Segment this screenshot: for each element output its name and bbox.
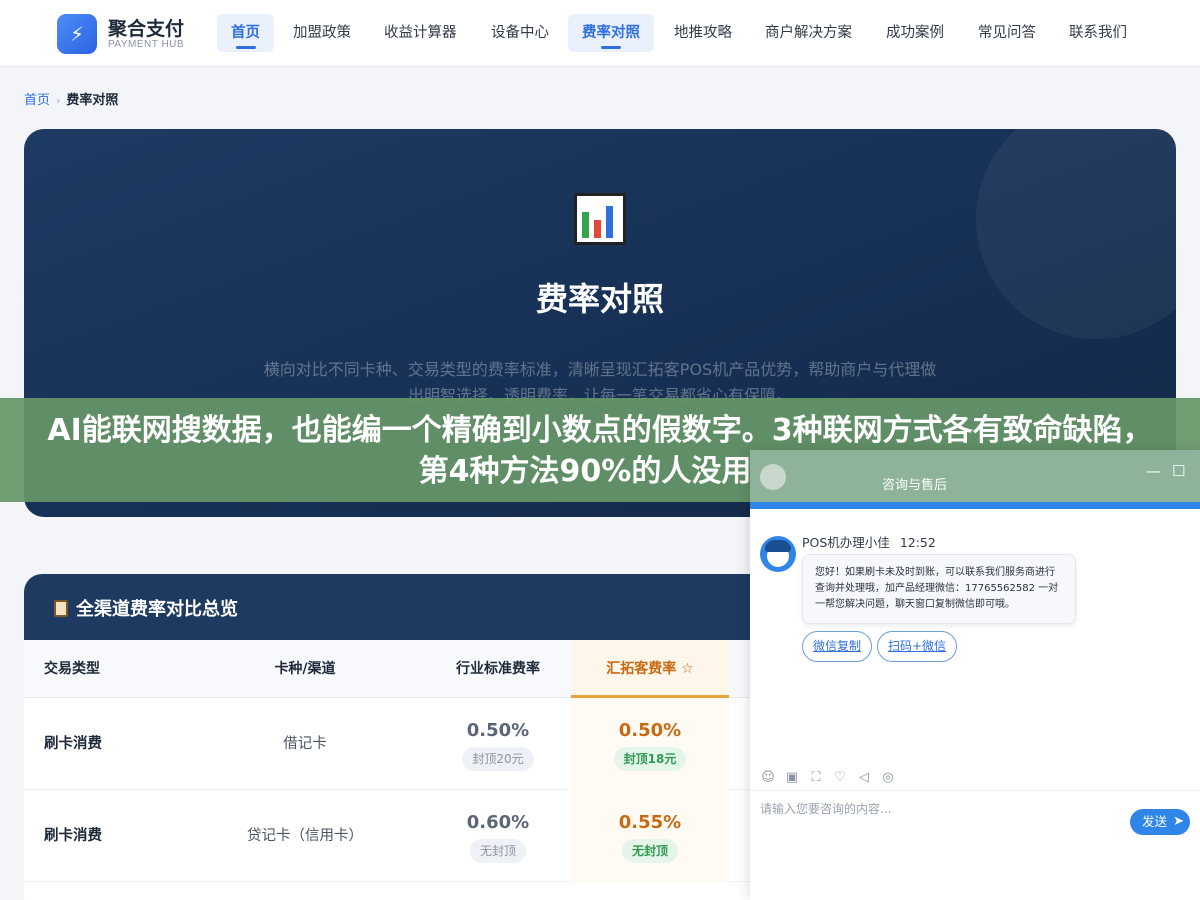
nav-home[interactable]: 首页 xyxy=(217,14,274,52)
send-arrow-icon: ➤ xyxy=(1173,814,1184,829)
nav-rate-comparison[interactable]: 费率对照 xyxy=(568,14,654,52)
maximize-icon[interactable]: ☐ xyxy=(1172,462,1185,480)
huituoke-rate-value: 0.50% xyxy=(618,720,682,741)
nav-contact-us[interactable]: 联系我们 xyxy=(1055,14,1141,52)
col-transaction-type: 交易类型 xyxy=(44,661,100,677)
nav-franchise-policy[interactable]: 加盟政策 xyxy=(279,14,365,52)
copy-wechat-button[interactable]: 微信复制 xyxy=(802,631,873,662)
logo-subtitle: PAYMENT HUB xyxy=(108,39,185,50)
bar-chart-icon xyxy=(574,193,626,245)
nav-faq[interactable]: 常见问答 xyxy=(964,14,1050,52)
top-navbar: ⚡ 聚合支付 PAYMENT HUB 首页 加盟政策 收益计算器 设备中心 费率… xyxy=(0,0,1200,67)
divider xyxy=(750,790,1200,791)
cell-transaction-type: 刷卡消费 xyxy=(44,736,102,752)
breadcrumb-home[interactable]: 首页 xyxy=(24,93,50,108)
cell-transaction-type: 刷卡消费 xyxy=(44,828,102,844)
wechat-icon[interactable]: ◎ xyxy=(880,770,896,786)
rating-icon[interactable]: ♡ xyxy=(832,770,848,786)
page-title: 费率对照 xyxy=(535,280,664,318)
chevron-right-icon: › xyxy=(56,94,61,107)
message-bubble: 您好！如果刷卡未及时到账，可以联系我们服务商进行查询并处理哦，加产品经理微信：1… xyxy=(802,554,1076,624)
nav-success-cases[interactable]: 成功案例 xyxy=(872,14,958,52)
industry-rate-value: 0.60% xyxy=(466,812,530,833)
huituoke-rate-note: 无封顶 xyxy=(621,839,678,863)
card-title: 全渠道费率对比总览 xyxy=(54,595,238,621)
message-time: 12:52 xyxy=(899,535,936,550)
col-card-channel: 卡种/渠道 xyxy=(274,661,336,677)
message-meta: POS机办理小佳 12:52 xyxy=(802,532,936,551)
chat-accent-strip xyxy=(750,502,1200,509)
nav-promotion-guide[interactable]: 地推攻略 xyxy=(660,14,746,52)
voice-icon[interactable]: ◁ xyxy=(856,770,872,786)
clipboard-icon xyxy=(54,600,68,617)
cell-card-type: 贷记卡（信用卡） xyxy=(247,828,363,844)
chat-window-title: 咨询与售后 xyxy=(882,478,948,493)
agent-avatar xyxy=(760,536,796,572)
scan-wechat-button[interactable]: 扫码+微信 xyxy=(877,631,958,662)
breadcrumb: 首页 › 费率对照 xyxy=(24,89,118,108)
breadcrumb-current: 费率对照 xyxy=(66,93,119,108)
logo-name[interactable]: 聚合支付 xyxy=(108,14,184,41)
chat-titlebar: 咨询与售后 — ☐ xyxy=(750,450,1200,502)
chat-widget: 咨询与售后 — ☐ POS机办理小佳 12:52 您好！如果刷卡未及时到账，可以联… xyxy=(750,450,1200,900)
industry-rate-note: 无封顶 xyxy=(469,839,526,863)
screenshot-icon[interactable]: ⛶ xyxy=(808,770,824,786)
cell-industry-rate: 0.50% 封顶20元 xyxy=(419,698,577,771)
send-button[interactable]: 发送 ➤ xyxy=(1130,809,1190,835)
cell-industry-rate: 0.60% 无封顶 xyxy=(419,790,577,863)
nav-income-calculator[interactable]: 收益计算器 xyxy=(370,14,471,52)
cell-huituoke-rate: 0.55% 无封顶 xyxy=(571,790,729,882)
emoji-icon[interactable]: ☺ xyxy=(760,770,776,786)
industry-rate-note: 封顶20元 xyxy=(462,747,534,771)
image-icon[interactable]: ▣ xyxy=(784,770,800,786)
agent-name: POS机办理小佳 xyxy=(802,535,890,550)
huituoke-rate-value: 0.55% xyxy=(618,812,682,833)
col-huituoke-rate: 汇拓客费率 ☆ xyxy=(571,640,729,698)
nav-device-center[interactable]: 设备中心 xyxy=(477,14,563,52)
minimize-icon[interactable]: — xyxy=(1146,462,1161,480)
huituoke-rate-note: 封顶18元 xyxy=(613,747,687,771)
cell-card-type: 借记卡 xyxy=(283,736,327,752)
lightning-icon[interactable]: ⚡ xyxy=(57,14,97,54)
industry-rate-value: 0.50% xyxy=(466,720,530,741)
nav-merchant-solutions[interactable]: 商户解决方案 xyxy=(751,14,866,52)
col-industry-rate: 行业标准费率 xyxy=(456,661,540,677)
service-avatar xyxy=(760,464,786,490)
cell-huituoke-rate: 0.50% 封顶18元 xyxy=(571,698,729,790)
chat-message-input[interactable]: 请输入您要咨询的内容... xyxy=(760,800,891,817)
